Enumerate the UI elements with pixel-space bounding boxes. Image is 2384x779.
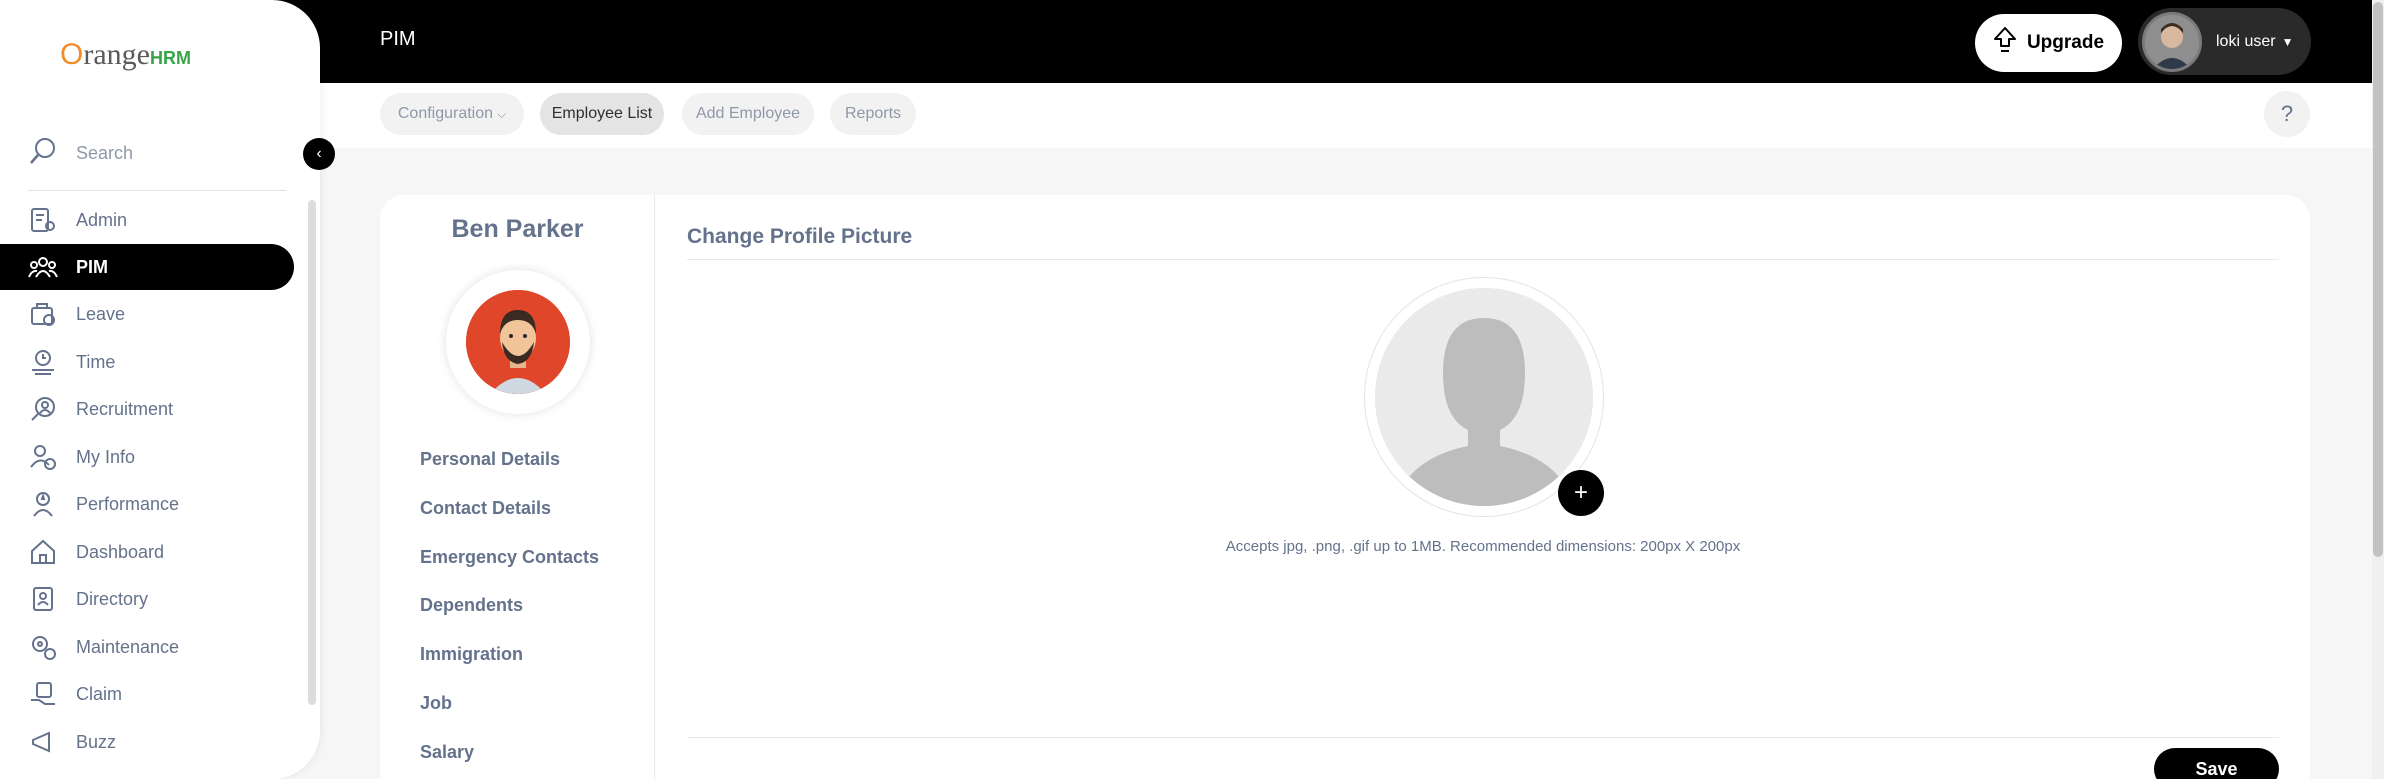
employee-name: Ben Parker	[451, 215, 584, 243]
divider	[28, 190, 286, 191]
upgrade-label: Upgrade	[2026, 32, 2105, 53]
dashboard-icon	[28, 537, 58, 567]
admin-icon	[28, 205, 58, 235]
user-dropdown[interactable]: loki user ▼	[2138, 8, 2311, 75]
upgrade-icon	[1993, 26, 2017, 60]
time-icon	[28, 347, 58, 377]
avatar-illustration	[466, 290, 570, 394]
default-avatar-icon	[1375, 288, 1593, 506]
chevron-down-icon: ▼	[2281, 34, 2294, 49]
top-bar: PIM Upgrade loki user ▼	[0, 0, 2372, 83]
leave-icon	[28, 299, 58, 329]
tab-configuration-label: Configuration	[397, 105, 494, 122]
sidebar-item-my-info[interactable]: My Info	[0, 434, 294, 480]
tab-contact-details[interactable]: Contact Details	[420, 498, 551, 519]
chevron-left-icon: ‹	[316, 145, 322, 162]
help-button[interactable]: ?	[2264, 91, 2310, 137]
sidebar-item-label: Claim	[76, 683, 123, 704]
sidebar-item-directory[interactable]: Directory	[0, 576, 294, 622]
tab-employee-list[interactable]: Employee List	[540, 93, 664, 135]
sidebar-item-recruitment[interactable]: Recruitment	[0, 386, 294, 432]
tab-job[interactable]: Job	[420, 693, 452, 714]
sidebar-item-admin[interactable]: Admin	[0, 197, 294, 243]
sidebar-collapse-button[interactable]: ‹	[303, 138, 335, 170]
sidebar-search[interactable]: Search	[28, 136, 133, 171]
recruitment-icon	[28, 394, 58, 424]
sidebar-item-label: Buzz	[76, 731, 117, 752]
maintenance-icon	[28, 632, 58, 662]
sidebar-item-buzz[interactable]: Buzz	[0, 719, 294, 765]
sidebar-item-label: Directory	[76, 588, 149, 609]
sidebar: OrangeHRM Search Admin PIM Leave Time Re…	[0, 0, 320, 779]
save-button[interactable]: Save	[2154, 748, 2279, 779]
tab-add-employee[interactable]: Add Employee	[682, 93, 814, 135]
sidebar-scrollbar[interactable]	[308, 200, 316, 705]
tab-salary[interactable]: Salary	[420, 742, 474, 763]
sidebar-item-time[interactable]: Time	[0, 339, 294, 385]
tab-personal-details[interactable]: Personal Details	[420, 449, 560, 470]
employee-side-panel: Ben Parker Personal Details Contact Deta…	[380, 195, 655, 779]
page-title: PIM	[380, 28, 416, 50]
sidebar-item-performance[interactable]: Performance	[0, 481, 294, 527]
sidebar-item-pim[interactable]: PIM	[0, 244, 294, 290]
employee-photo[interactable]	[446, 270, 590, 414]
tab-emergency-contacts[interactable]: Emergency Contacts	[420, 547, 599, 568]
sidebar-item-claim[interactable]: Claim	[0, 671, 294, 717]
tab-configuration[interactable]: Configuration ⌵	[380, 93, 524, 135]
sidebar-item-maintenance[interactable]: Maintenance	[0, 624, 294, 670]
my-info-icon	[28, 442, 58, 472]
sub-navigation: Configuration ⌵ Employee List Add Employ…	[320, 83, 2372, 148]
sidebar-item-dashboard[interactable]: Dashboard	[0, 529, 294, 575]
sidebar-item-label: My Info	[76, 446, 136, 467]
add-photo-button[interactable]: +	[1558, 470, 1604, 516]
divider	[687, 737, 2279, 738]
sidebar-item-label: PIM	[76, 256, 109, 277]
logo-o: O	[60, 38, 84, 71]
upgrade-button[interactable]: Upgrade	[1975, 14, 2122, 72]
sidebar-item-leave[interactable]: Leave	[0, 291, 294, 337]
search-icon	[28, 136, 58, 171]
section-title: Change Profile Picture	[687, 225, 913, 248]
tab-dependents[interactable]: Dependents	[420, 595, 523, 616]
search-label: Search	[76, 143, 134, 163]
chevron-down-icon: ⌵	[497, 106, 507, 121]
avatar	[2142, 11, 2202, 72]
logo-range: range	[83, 38, 150, 71]
pim-icon	[28, 252, 58, 282]
sidebar-item-label: Maintenance	[76, 636, 180, 657]
orangehrm-logo: OrangeHRM	[60, 38, 191, 72]
tab-reports[interactable]: Reports	[830, 93, 916, 135]
buzz-icon	[28, 727, 58, 757]
employee-card: Ben Parker Personal Details Contact Deta…	[380, 195, 2310, 779]
sidebar-item-label: Recruitment	[76, 398, 174, 419]
tab-immigration[interactable]: Immigration	[420, 644, 523, 665]
claim-icon	[28, 679, 58, 709]
sidebar-item-label: Leave	[76, 303, 126, 324]
directory-icon	[28, 584, 58, 614]
user-name: loki user	[2216, 32, 2276, 50]
divider	[687, 259, 2279, 260]
page-scrollbar[interactable]	[2373, 2, 2383, 557]
performance-icon	[28, 489, 58, 519]
upload-hint: Accepts jpg, .png, .gif up to 1MB. Recom…	[1225, 538, 1741, 555]
logo-hrm: HRM	[149, 48, 191, 68]
sidebar-item-label: Performance	[76, 493, 180, 514]
sidebar-item-label: Time	[76, 351, 116, 372]
sidebar-item-label: Admin	[76, 209, 128, 230]
sidebar-item-label: Dashboard	[76, 541, 165, 562]
